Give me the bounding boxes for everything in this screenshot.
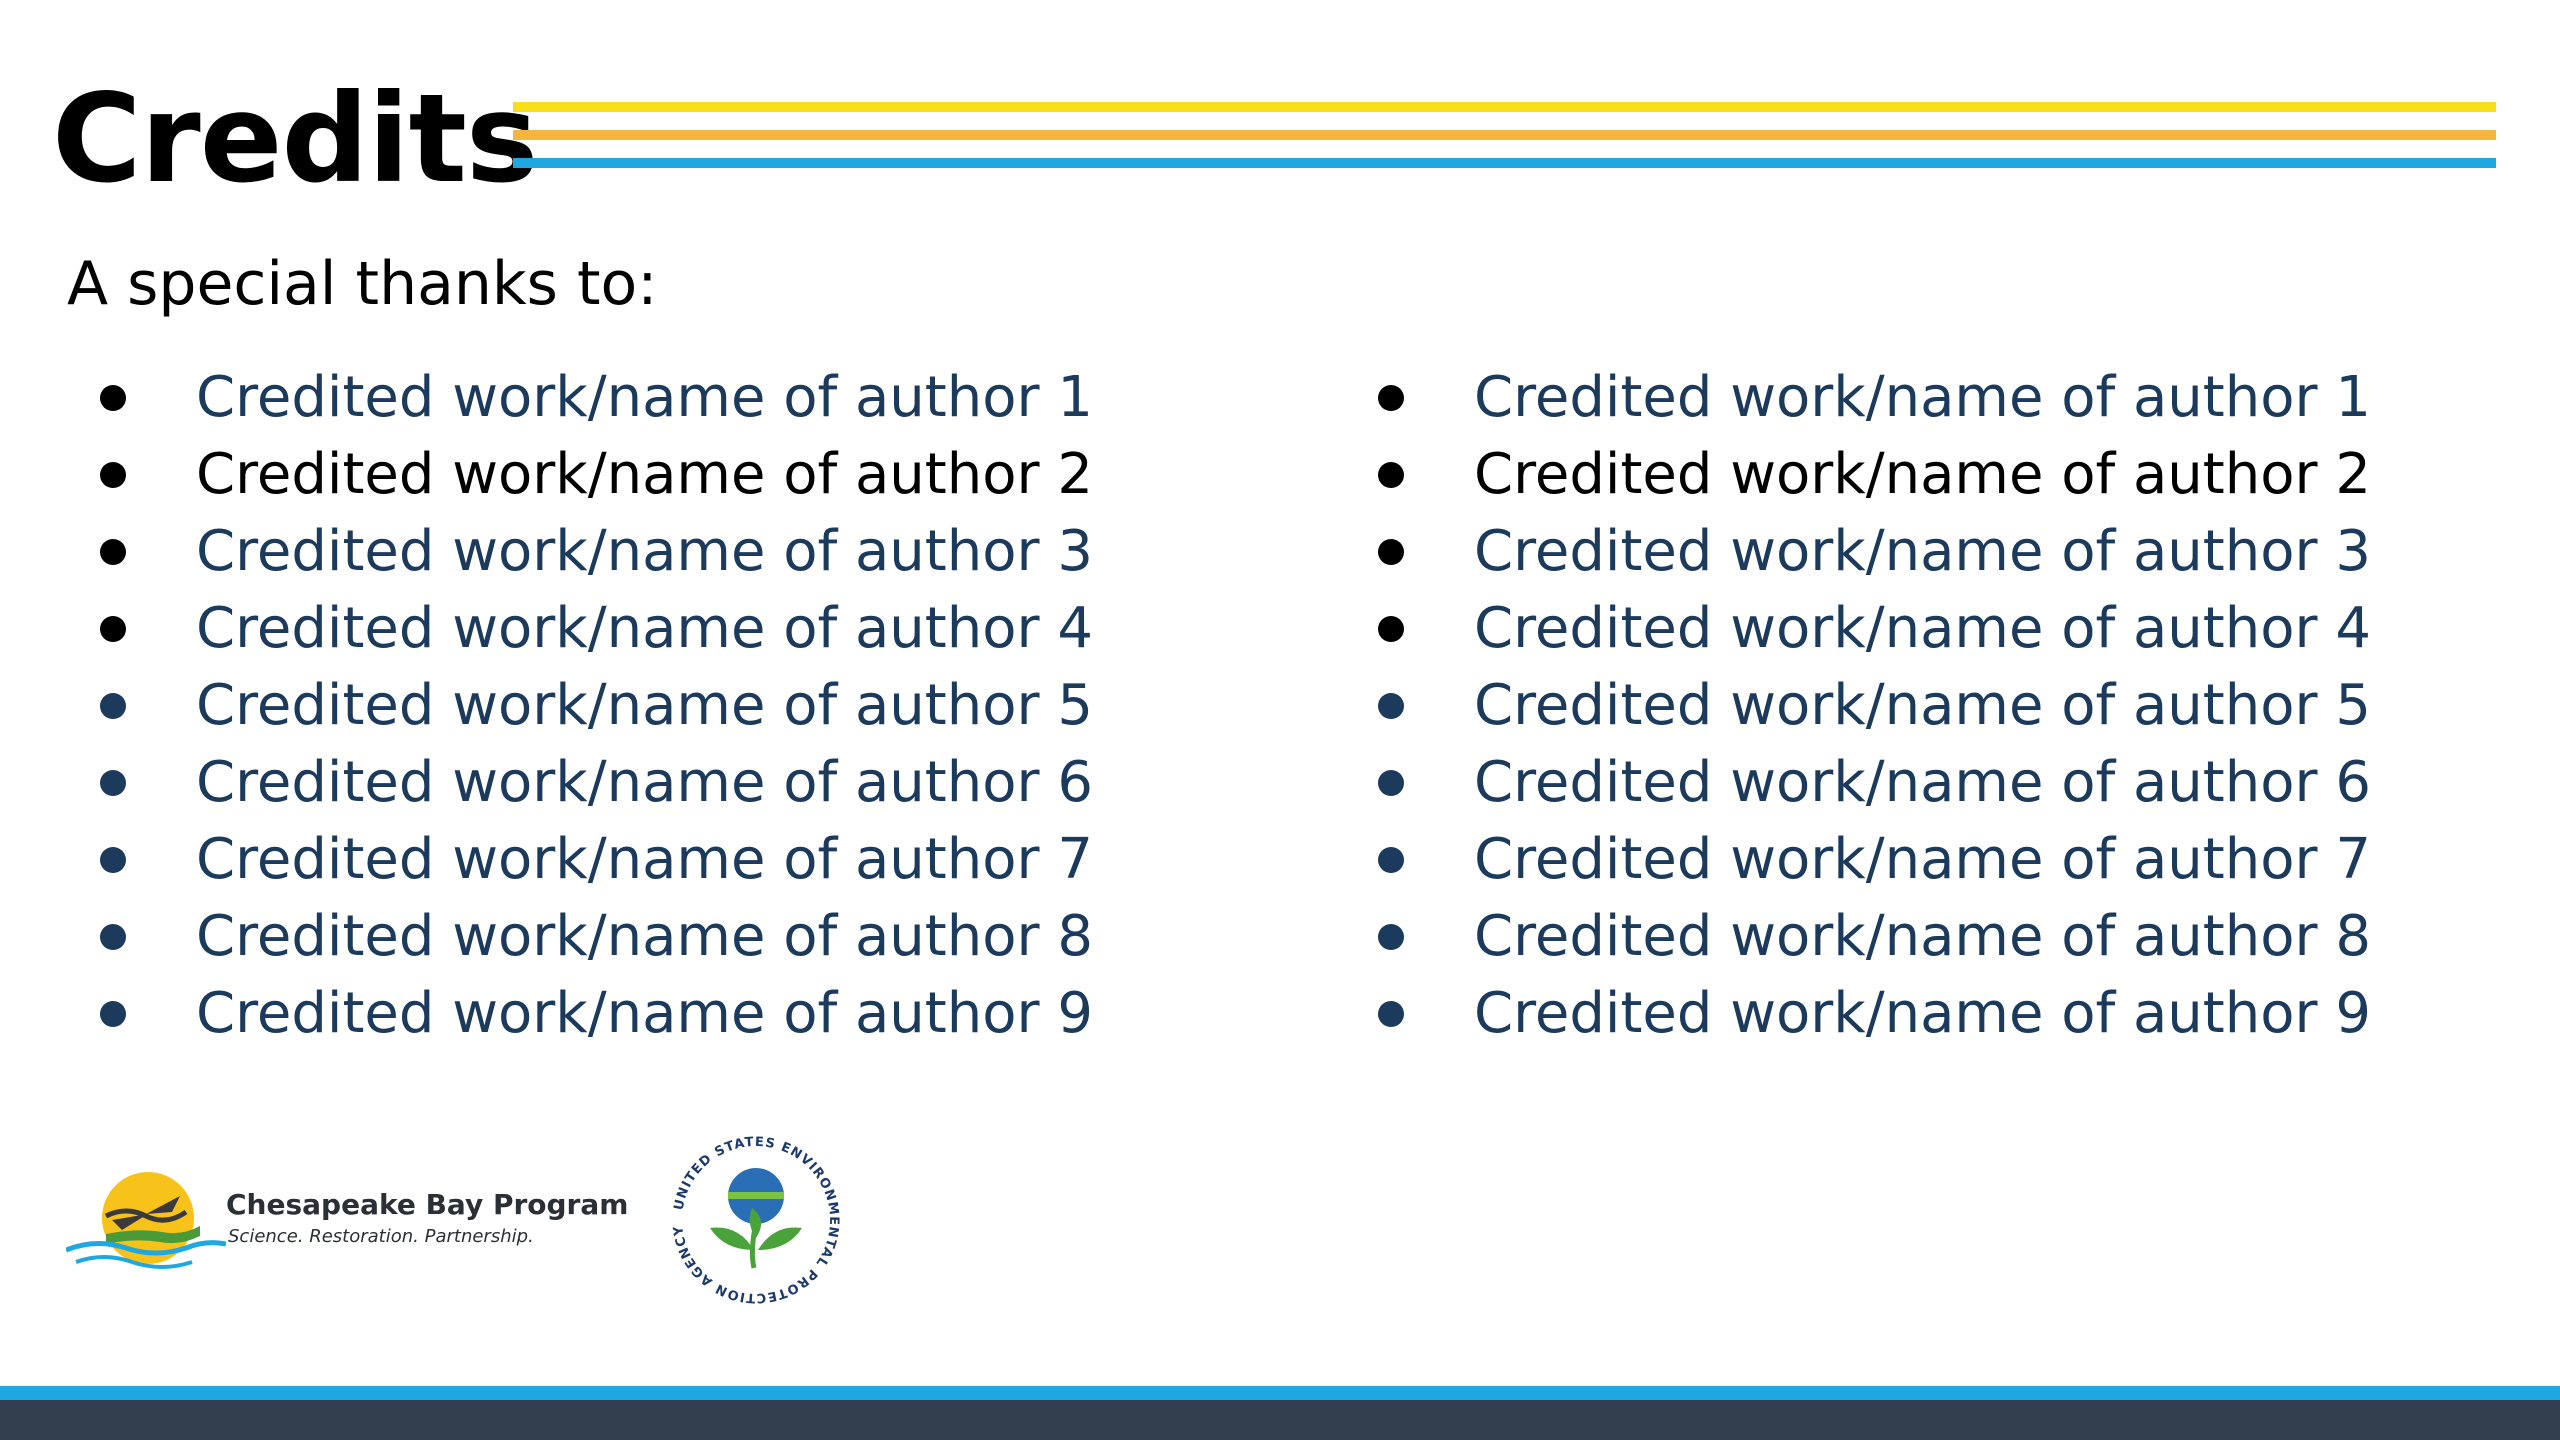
slide-title: Credits [52, 68, 539, 210]
epa-logo: UNITED STATES ENVIRONMENTAL PROTECTION A… [666, 1130, 846, 1310]
cbp-name: Chesapeake Bay Program [226, 1188, 629, 1221]
bullet-icon [1378, 1000, 1404, 1027]
credit-item: Credited work/name of author 6 [1378, 744, 2371, 821]
credit-item: Credited work/name of author 5 [100, 667, 1093, 744]
credit-item: Credited work/name of author 8 [1378, 898, 2371, 975]
bullet-icon [1378, 461, 1404, 488]
credit-item: Credited work/name of author 7 [100, 821, 1093, 898]
credit-text: Credited work/name of author 7 [1474, 827, 2371, 892]
credit-text: Credited work/name of author 2 [196, 442, 1093, 507]
credit-text: Credited work/name of author 5 [1474, 673, 2371, 738]
epa-seal-icon: UNITED STATES ENVIRONMENTAL PROTECTION A… [670, 1134, 842, 1306]
bullet-icon [1378, 692, 1404, 719]
credits-list-right: Credited work/name of author 1 Credited w… [1378, 359, 2371, 1052]
credit-text: Credited work/name of author 6 [196, 750, 1093, 815]
credit-text: Credited work/name of author 8 [196, 904, 1093, 969]
bullet-icon [1378, 384, 1404, 411]
credit-text: Credited work/name of author 8 [1474, 904, 2371, 969]
credits-slide: Credits A special thanks to: Credited wo… [0, 0, 2560, 1440]
bullet-icon [1378, 615, 1404, 642]
bullet-icon [100, 384, 126, 411]
credit-item: Credited work/name of author 4 [1378, 590, 2371, 667]
credit-text: Credited work/name of author 1 [196, 365, 1093, 430]
bullet-icon [1378, 538, 1404, 565]
credit-text: Credited work/name of author 5 [196, 673, 1093, 738]
bullet-icon [100, 769, 126, 796]
bullet-icon [100, 846, 126, 873]
credit-text: Credited work/name of author 4 [196, 596, 1093, 661]
bullet-icon [1378, 846, 1404, 873]
credit-text: Credited work/name of author 6 [1474, 750, 2371, 815]
credit-item: Credited work/name of author 6 [100, 744, 1093, 821]
stripe-blue [513, 158, 2496, 168]
bullet-icon [1378, 769, 1404, 796]
credit-text: Credited work/name of author 1 [1474, 365, 2371, 430]
chesapeake-bay-program-logo: Chesapeake Bay Program Science. Restorat… [65, 1168, 628, 1278]
cbp-emblem-icon [65, 1172, 227, 1269]
credit-text: Credited work/name of author 7 [196, 827, 1093, 892]
credit-item: Credited work/name of author 3 [1378, 513, 2371, 590]
bullet-icon [100, 692, 126, 719]
stripe-yellow [513, 102, 2496, 112]
credit-item: Credited work/name of author 2 [1378, 436, 2371, 513]
credit-item: Credited work/name of author 9 [1378, 975, 2371, 1052]
stripe-orange [513, 130, 2496, 140]
bullet-icon [1378, 923, 1404, 950]
credit-item: Credited work/name of author 8 [100, 898, 1093, 975]
footer-bar [0, 1400, 2560, 1440]
credit-item: Credited work/name of author 7 [1378, 821, 2371, 898]
credit-text: Credited work/name of author 9 [196, 981, 1093, 1046]
cbp-tagline: Science. Restoration. Partnership. [228, 1226, 534, 1247]
bullet-icon [100, 538, 126, 565]
bullet-icon [100, 461, 126, 488]
credit-item: Credited work/name of author 5 [1378, 667, 2371, 744]
credits-list-left: Credited work/name of author 1 Credited w… [100, 359, 1093, 1052]
slide-subtitle: A special thanks to: [67, 249, 658, 319]
credit-text: Credited work/name of author 3 [1474, 519, 2371, 584]
footer-accent-line [0, 1386, 2560, 1400]
credit-item: Credited work/name of author 4 [100, 590, 1093, 667]
credit-text: Credited work/name of author 2 [1474, 442, 2371, 507]
credit-text: Credited work/name of author 3 [196, 519, 1093, 584]
title-stripes [513, 102, 2496, 170]
bullet-icon [100, 923, 126, 950]
credit-item: Credited work/name of author 1 [100, 359, 1093, 436]
credit-item: Credited work/name of author 2 [100, 436, 1093, 513]
credit-item: Credited work/name of author 9 [100, 975, 1093, 1052]
bullet-icon [100, 1000, 126, 1027]
credit-text: Credited work/name of author 4 [1474, 596, 2371, 661]
credit-text: Credited work/name of author 9 [1474, 981, 2371, 1046]
bullet-icon [100, 615, 126, 642]
credit-item: Credited work/name of author 3 [100, 513, 1093, 590]
credit-item: Credited work/name of author 1 [1378, 359, 2371, 436]
